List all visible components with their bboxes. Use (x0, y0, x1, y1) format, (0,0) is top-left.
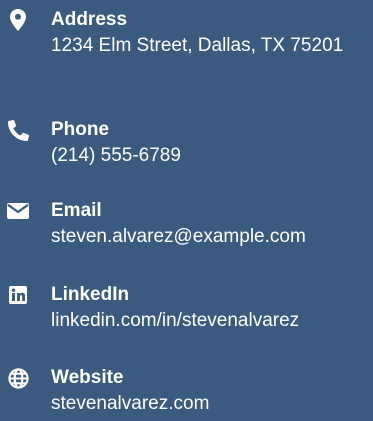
contact-label: Address (51, 9, 128, 30)
email-value[interactable]: steven.alvarez@example.com (51, 223, 373, 251)
contact-text-website: Website stevenalvarez.com (51, 366, 373, 418)
linkedin-value[interactable]: linkedin.com/in/stevenalvarez (51, 307, 373, 335)
globe-icon (6, 366, 30, 390)
contact-label: Email (51, 200, 102, 221)
contact-label: LinkedIn (51, 284, 130, 305)
contact-text-email: Email steven.alvarez@example.com (51, 199, 373, 251)
envelope-icon (6, 199, 30, 223)
contact-list: Address 1234 Elm Street, Dallas, TX 7520… (0, 0, 373, 421)
contact-label: Website (51, 367, 124, 388)
map-marker-icon (6, 8, 30, 32)
contact-text-linkedin: LinkedIn linkedin.com/in/stevenalvarez (51, 283, 373, 335)
linkedin-icon (6, 283, 30, 307)
phone-value: (214) 555-6789 (51, 145, 181, 166)
website-value[interactable]: stevenalvarez.com (51, 390, 373, 418)
contact-text-phone: Phone (214) 555-6789 (51, 118, 373, 170)
address-value: 1234 Elm Street, Dallas, TX 75201 (51, 35, 344, 56)
contact-text-address: Address 1234 Elm Street, Dallas, TX 7520… (51, 8, 373, 60)
contact-label: Phone (51, 119, 110, 140)
phone-icon (6, 118, 30, 142)
